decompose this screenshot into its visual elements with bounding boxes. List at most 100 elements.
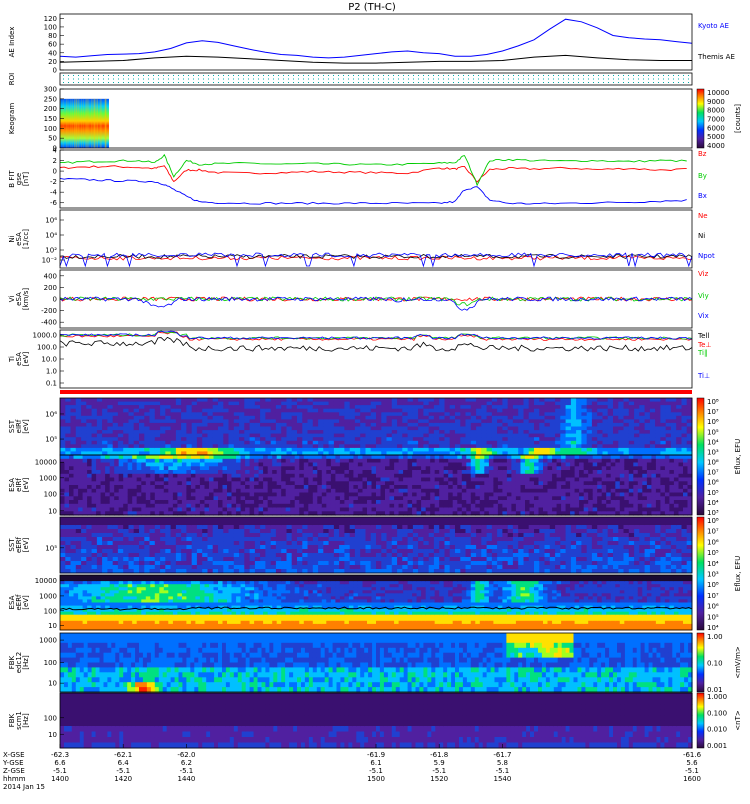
- spectrogram-cell: [639, 437, 645, 441]
- spectrogram-cell: [308, 405, 314, 409]
- spectrogram-cell: [107, 402, 113, 406]
- spectrogram-cell: [318, 405, 324, 409]
- spectrogram-cell: [674, 500, 679, 504]
- spectrogram-cell: [192, 419, 198, 423]
- spectrogram-cell: [214, 459, 219, 463]
- spectrogram-cell: [297, 441, 303, 445]
- spectrogram-cell: [144, 521, 150, 526]
- spectrogram-cell: [74, 500, 79, 504]
- spectrogram-cell: [334, 402, 340, 406]
- spectrogram-cell: [223, 466, 228, 470]
- spectrogram-cell: [392, 412, 398, 416]
- spectrogram-cell: [613, 437, 619, 441]
- spectrogram-cell: [218, 493, 223, 497]
- spectrogram-cell: [71, 529, 77, 534]
- spectrogram-cell: [455, 398, 461, 402]
- spectrogram-cell: [679, 463, 684, 467]
- spectrogram-cell: [355, 444, 361, 448]
- spectrogram-cell: [97, 553, 103, 558]
- spectrogram-cell: [86, 412, 92, 416]
- roi-dot: [278, 75, 279, 76]
- roi-dot: [428, 75, 429, 76]
- spectrogram-cell: [498, 481, 503, 485]
- spectrogram-cell: [173, 474, 178, 478]
- spectrogram-cell: [421, 496, 426, 500]
- spectrogram-cell: [418, 441, 424, 445]
- spectrogram-cell: [234, 402, 240, 406]
- spectrogram-cell: [313, 448, 319, 452]
- roi-dot: [98, 79, 99, 80]
- spectrogram-cell: [571, 448, 577, 452]
- spectrogram-cell: [642, 470, 647, 474]
- spectrogram-cell: [107, 545, 113, 550]
- spectrogram-cell: [588, 489, 593, 493]
- spectrogram-cell: [139, 517, 145, 522]
- spectrogram-cell: [639, 416, 645, 420]
- spectrogram-cell: [255, 441, 261, 445]
- spectrogram-cell: [592, 430, 598, 434]
- spectrogram-cell: [618, 412, 624, 416]
- spectrogram-cell: [265, 402, 271, 406]
- spectrogram-cell: [355, 412, 361, 416]
- spectrogram-cell: [186, 444, 192, 448]
- spectrogram-cell: [144, 423, 150, 427]
- spectrogram-cell: [123, 474, 128, 478]
- spectrogram-cell: [639, 444, 645, 448]
- spectrogram-cell: [366, 434, 372, 438]
- spectrogram-cell: [656, 496, 661, 500]
- spectrogram-cell: [113, 545, 119, 550]
- spectrogram-cell: [78, 478, 83, 482]
- spectrogram-cell: [587, 427, 593, 431]
- spectrogram-cell: [97, 545, 103, 550]
- spectrogram-cell: [304, 485, 309, 489]
- spectrogram-cell: [60, 402, 66, 406]
- spectrogram-cell: [676, 430, 682, 434]
- spectrogram-cell: [128, 493, 133, 497]
- spectrogram-cell: [539, 481, 544, 485]
- spectrogram-cell: [487, 427, 493, 431]
- spectrogram-cell: [525, 496, 530, 500]
- spectrogram-cell: [331, 463, 336, 467]
- roi-dot: [373, 82, 374, 83]
- spectrogram-cell: [588, 463, 593, 467]
- spectrogram-cell: [367, 493, 372, 497]
- spectrogram-cell: [150, 430, 156, 434]
- spectrogram-cell: [650, 409, 656, 413]
- spectrogram-cell: [655, 419, 661, 423]
- spectrogram-cell: [165, 521, 171, 526]
- spectrogram-cell: [318, 409, 324, 413]
- roi-dot: [143, 82, 144, 83]
- spectrogram-cell: [232, 470, 237, 474]
- spectrogram-cell: [581, 402, 587, 406]
- spectrogram-cell: [682, 405, 688, 409]
- spectrogram-cell: [128, 466, 133, 470]
- spectrogram-cell: [588, 478, 593, 482]
- spectrogram-cell: [165, 398, 171, 402]
- roi-dot: [433, 82, 434, 83]
- spectrogram-cell: [660, 398, 666, 402]
- spectrogram-cell: [376, 493, 381, 497]
- spectrogram-cell: [555, 419, 561, 423]
- spectrogram-cell: [192, 423, 198, 427]
- spectrogram-cell: [611, 463, 616, 467]
- spectrogram-cell: [376, 463, 381, 467]
- spectrogram-cell: [308, 412, 314, 416]
- spectrogram-cell: [113, 517, 119, 522]
- spectrogram-cell: [555, 448, 561, 452]
- spectrogram-cell: [335, 485, 340, 489]
- spectrogram-cell: [633, 463, 638, 467]
- spectrogram-cell: [171, 441, 177, 445]
- spectrogram-cell: [209, 463, 214, 467]
- spectrogram-cell: [413, 409, 419, 413]
- spectrogram-cell: [263, 508, 268, 512]
- spectrogram-cell: [265, 444, 271, 448]
- spectrogram-cell: [334, 437, 340, 441]
- spectrogram-cell: [349, 474, 354, 478]
- spectrogram-cell: [638, 489, 643, 493]
- spectrogram-cell: [613, 448, 619, 452]
- spectrogram-cell: [545, 434, 551, 438]
- spectrogram-cell: [444, 478, 449, 482]
- spectrogram-cell: [466, 416, 472, 420]
- spectrogram-cell: [576, 448, 582, 452]
- spectrogram-cell: [525, 508, 530, 512]
